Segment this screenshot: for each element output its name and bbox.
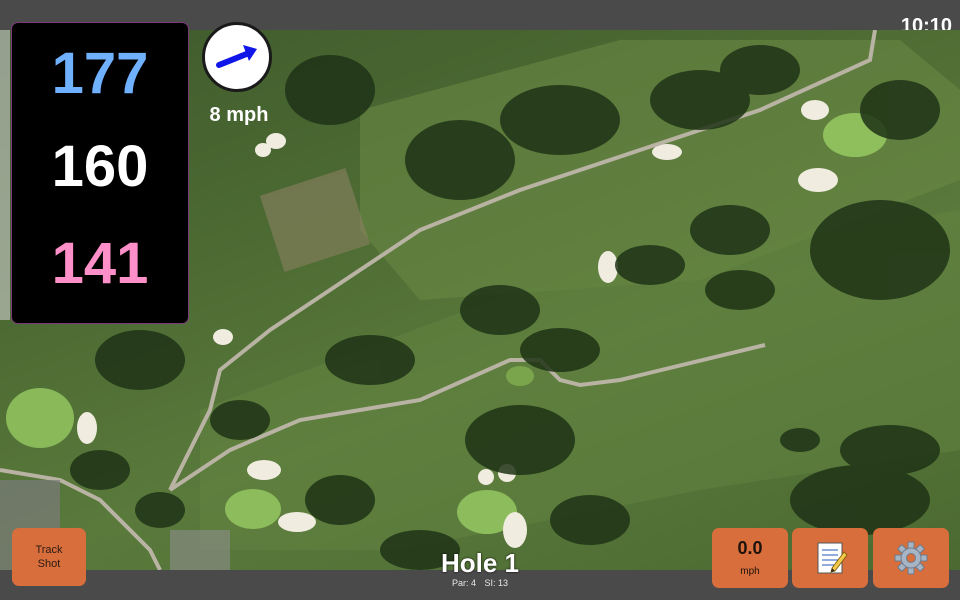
- track-shot-button[interactable]: Track Shot: [12, 528, 86, 586]
- front-distance: 141: [51, 231, 149, 296]
- center-distance: 160: [51, 134, 149, 199]
- settings-button[interactable]: [873, 528, 949, 588]
- hole-par: Par: 4: [451, 578, 476, 588]
- wind-speed: 8 mph: [209, 104, 269, 126]
- arrow-icon: [216, 45, 257, 68]
- back-distance: 177: [51, 41, 149, 106]
- hole-title: Hole 1: [440, 548, 520, 578]
- speed-button[interactable]: 0.0 mph: [712, 528, 788, 588]
- hole-info: Hole 1 Par: 4 SI: 13: [380, 548, 580, 588]
- gear-icon: [894, 541, 928, 575]
- notepad-icon: [817, 542, 848, 574]
- notes-button[interactable]: [792, 528, 868, 588]
- speed-value: 0.0: [737, 538, 763, 558]
- speed-unit: mph: [740, 566, 760, 577]
- track-shot-label-line1: Track: [35, 544, 63, 556]
- hole-details: Par: 4 SI: 13: [380, 578, 580, 588]
- hole-si: SI: 13: [484, 578, 509, 588]
- track-shot-label-line2: Shot: [37, 558, 61, 570]
- wind-indicator: [202, 22, 272, 92]
- distance-panel: 177 160 141: [11, 22, 189, 324]
